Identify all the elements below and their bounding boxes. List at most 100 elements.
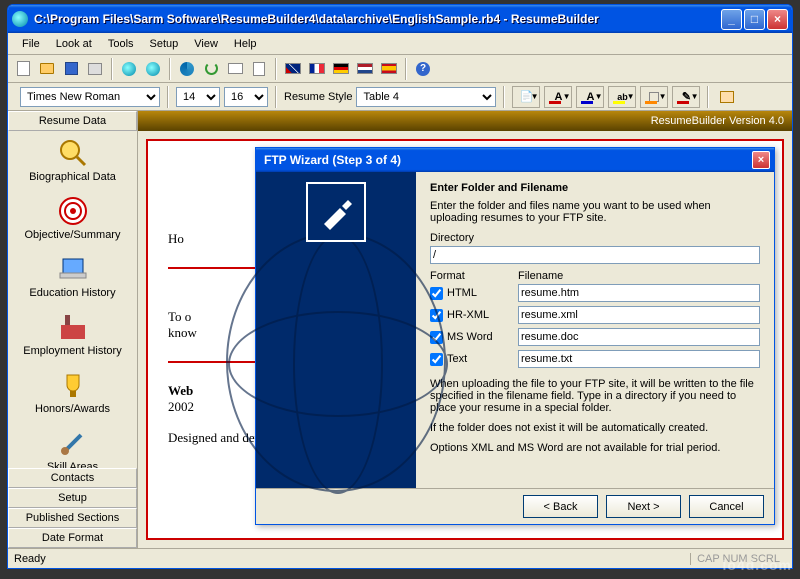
app-icon	[12, 11, 28, 27]
open-icon[interactable]	[36, 58, 58, 80]
border-color-button[interactable]: ▼	[640, 86, 668, 108]
hrxml-filename-input[interactable]	[518, 306, 760, 324]
menu-view[interactable]: View	[186, 35, 226, 53]
menu-setup[interactable]: Setup	[142, 35, 187, 53]
style-select[interactable]: Table 4	[356, 87, 496, 107]
globe-icon[interactable]	[118, 58, 140, 80]
mail-icon[interactable]	[224, 58, 246, 80]
brush-icon	[57, 427, 89, 459]
refresh-icon[interactable]	[200, 58, 222, 80]
separator	[503, 86, 505, 108]
sidebar-item-skills[interactable]: Skill Areas	[8, 421, 137, 468]
directory-label: Directory	[430, 232, 760, 244]
dialog-note3: Options XML and MS Word are not availabl…	[430, 442, 760, 454]
separator	[167, 86, 169, 108]
msword-filename-input[interactable]	[518, 328, 760, 346]
close-button[interactable]: ×	[767, 9, 788, 30]
sidebar-btn-dateformat[interactable]: Date Format	[8, 528, 137, 548]
font-select[interactable]: Times New Roman	[20, 87, 160, 107]
sidebar-btn-setup[interactable]: Setup	[8, 488, 137, 508]
separator	[275, 58, 277, 80]
save-icon[interactable]	[60, 58, 82, 80]
minimize-button[interactable]: _	[721, 9, 742, 30]
flag-fr-icon[interactable]	[306, 58, 328, 80]
toolbar-main: ?	[8, 55, 792, 83]
magnifier-icon	[57, 137, 89, 169]
sidebar-item-education[interactable]: Education History	[8, 247, 137, 305]
doc-icon[interactable]	[248, 58, 270, 80]
size2-select[interactable]: 16	[224, 87, 268, 107]
html-filename-input[interactable]	[518, 284, 760, 302]
format-row-html: HTML	[430, 284, 760, 302]
titlebar: C:\Program Files\Sarm Software\ResumeBui…	[8, 5, 792, 33]
menubar: File Look at Tools Setup View Help	[8, 33, 792, 55]
flag-nl-icon[interactable]	[354, 58, 376, 80]
separator	[707, 86, 709, 108]
back-button[interactable]: < Back	[523, 495, 598, 518]
cancel-button[interactable]: Cancel	[689, 495, 764, 518]
dialog-image-panel	[256, 172, 416, 488]
format-row-hrxml: HR-XML	[430, 306, 760, 324]
statusbar: Ready CAP NUM SCRL	[8, 548, 792, 568]
version-bar: ResumeBuilder Version 4.0	[138, 111, 792, 131]
size1-select[interactable]: 14	[176, 87, 220, 107]
print-icon[interactable]	[84, 58, 106, 80]
dialog-note2: If the folder does not exist it will be …	[430, 422, 760, 434]
menu-tools[interactable]: Tools	[100, 35, 142, 53]
factory-icon	[57, 311, 89, 343]
style-label: Resume Style	[284, 91, 352, 103]
col-filename: Filename	[518, 270, 563, 282]
target-icon	[57, 195, 89, 227]
separator	[111, 58, 113, 80]
world-icon[interactable]	[142, 58, 164, 80]
window-title: C:\Program Files\Sarm Software\ResumeBui…	[34, 12, 719, 26]
sidebar-item-employment[interactable]: Employment History	[8, 305, 137, 363]
trophy-icon	[57, 369, 89, 401]
menu-file[interactable]: File	[14, 35, 48, 53]
font-color-button[interactable]: A▼	[544, 86, 572, 108]
sidebar-item-objective[interactable]: Objective/Summary	[8, 189, 137, 247]
flag-de-icon[interactable]	[330, 58, 352, 80]
sidebar-item-honors[interactable]: Honors/Awards	[8, 363, 137, 421]
dialog-note1: When uploading the file to your FTP site…	[430, 378, 760, 414]
sidebar-items: Biographical Data Objective/Summary Educ…	[8, 131, 137, 468]
next-button[interactable]: Next >	[606, 495, 681, 518]
sidebar-btn-published[interactable]: Published Sections	[8, 508, 137, 528]
directory-input[interactable]	[430, 246, 760, 264]
format-row-msword: MS Word	[430, 328, 760, 346]
preview-icon[interactable]	[716, 86, 738, 108]
sidebar-header[interactable]: Resume Data	[8, 111, 137, 131]
wizard-icon	[306, 182, 366, 242]
ftp-wizard-dialog: FTP Wizard (Step 3 of 4) × Enter Folder …	[255, 147, 775, 525]
format-header: Format Filename	[430, 270, 760, 282]
format-row-text: Text	[430, 350, 760, 368]
flag-uk-icon[interactable]	[282, 58, 304, 80]
menu-lookat[interactable]: Look at	[48, 35, 100, 53]
sidebar-item-biographical[interactable]: Biographical Data	[8, 131, 137, 189]
sidebar: Resume Data Biographical Data Objective/…	[8, 111, 138, 548]
watermark: lo4d.com	[723, 557, 792, 573]
help-icon[interactable]: ?	[412, 58, 434, 80]
ie-icon[interactable]	[176, 58, 198, 80]
font-color2-button[interactable]: A▼	[576, 86, 604, 108]
dialog-desc: Enter the folder and files name you want…	[430, 200, 760, 224]
separator	[405, 58, 407, 80]
sidebar-buttons: Contacts Setup Published Sections Date F…	[8, 468, 137, 548]
dialog-close-button[interactable]: ×	[752, 151, 770, 169]
toolbar-format: Times New Roman 14 16 Resume Style Table…	[8, 83, 792, 111]
globe-graphic	[226, 232, 446, 492]
col-format: Format	[430, 270, 518, 282]
maximize-button[interactable]: □	[744, 9, 765, 30]
sidebar-btn-contacts[interactable]: Contacts	[8, 468, 137, 488]
flag-es-icon[interactable]	[378, 58, 400, 80]
status-ready: Ready	[14, 553, 46, 565]
new-icon[interactable]	[12, 58, 34, 80]
text-filename-input[interactable]	[518, 350, 760, 368]
line-color-button[interactable]: ✎▼	[672, 86, 700, 108]
dialog-titlebar: FTP Wizard (Step 3 of 4) ×	[256, 148, 774, 172]
highlight-button[interactable]: ab▼	[608, 86, 636, 108]
menu-help[interactable]: Help	[226, 35, 265, 53]
separator	[275, 86, 277, 108]
separator	[169, 58, 171, 80]
doc-format-icon[interactable]: 📄▼	[512, 86, 540, 108]
